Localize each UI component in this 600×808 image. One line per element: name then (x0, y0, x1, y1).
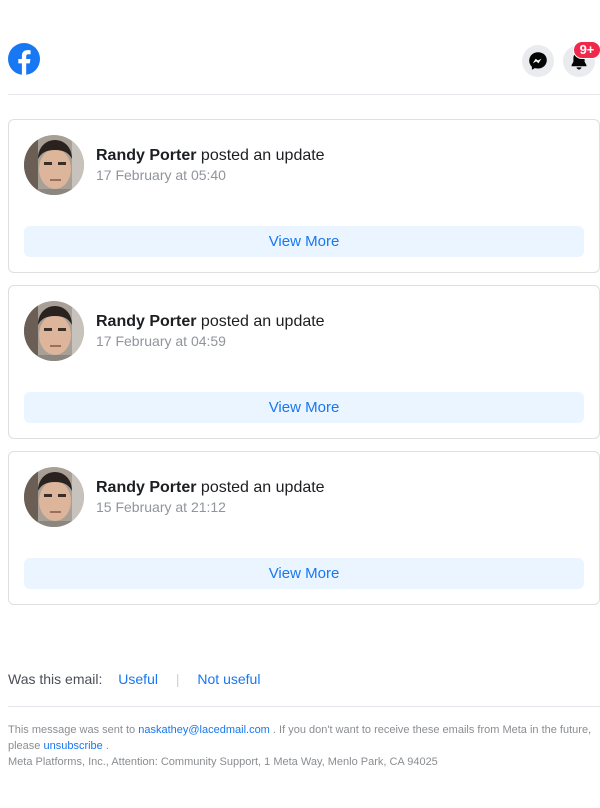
facebook-logo-icon[interactable] (8, 43, 40, 75)
post-action: posted an update (196, 313, 325, 330)
post-headline: Randy Porter posted an update (96, 479, 325, 497)
footer-divider (8, 706, 600, 707)
email-page: 9+ Randy Porter posted an update 17 Febr… (0, 0, 600, 808)
notification-card: Randy Porter posted an update 15 Februar… (8, 451, 600, 605)
company-address: Meta Platforms, Inc., Attention: Communi… (8, 756, 438, 768)
email-footer: This message was sent to naskathey@laced… (8, 722, 596, 770)
feedback-question: Was this email: (8, 671, 103, 687)
footer-sent-prefix: This message was sent to (8, 724, 139, 736)
messenger-icon (529, 52, 547, 70)
feedback-row: Was this email: Useful | Not useful (8, 671, 600, 687)
avatar[interactable] (24, 467, 84, 527)
footer-period: . (102, 740, 109, 752)
author-name[interactable]: Randy Porter (96, 479, 196, 496)
view-more-button[interactable]: View More (24, 558, 584, 589)
feedback-separator: | (175, 671, 180, 687)
not-useful-link[interactable]: Not useful (197, 671, 260, 687)
unsubscribe-link[interactable]: unsubscribe (43, 740, 102, 752)
post-timestamp: 17 February at 04:59 (96, 333, 226, 349)
notification-card: Randy Porter posted an update 17 Februar… (8, 119, 600, 273)
profile-photo (24, 135, 84, 195)
profile-photo (24, 301, 84, 361)
view-more-button[interactable]: View More (24, 392, 584, 423)
author-name[interactable]: Randy Porter (96, 147, 196, 164)
useful-link[interactable]: Useful (118, 671, 158, 687)
post-timestamp: 15 February at 21:12 (96, 499, 226, 515)
messenger-button[interactable] (522, 45, 554, 77)
notification-card: Randy Porter posted an update 17 Februar… (8, 285, 600, 439)
profile-photo (24, 467, 84, 527)
post-action: posted an update (196, 147, 325, 164)
avatar[interactable] (24, 301, 84, 361)
post-headline: Randy Porter posted an update (96, 147, 325, 165)
author-name[interactable]: Randy Porter (96, 313, 196, 330)
email-header: 9+ (8, 38, 600, 95)
post-headline: Randy Porter posted an update (96, 313, 325, 331)
avatar[interactable] (24, 135, 84, 195)
view-more-button[interactable]: View More (24, 226, 584, 257)
recipient-email-link[interactable]: naskathey@lacedmail.com (138, 724, 270, 736)
notification-badge: 9+ (573, 41, 600, 59)
post-timestamp: 17 February at 05:40 (96, 167, 226, 183)
post-action: posted an update (196, 479, 325, 496)
